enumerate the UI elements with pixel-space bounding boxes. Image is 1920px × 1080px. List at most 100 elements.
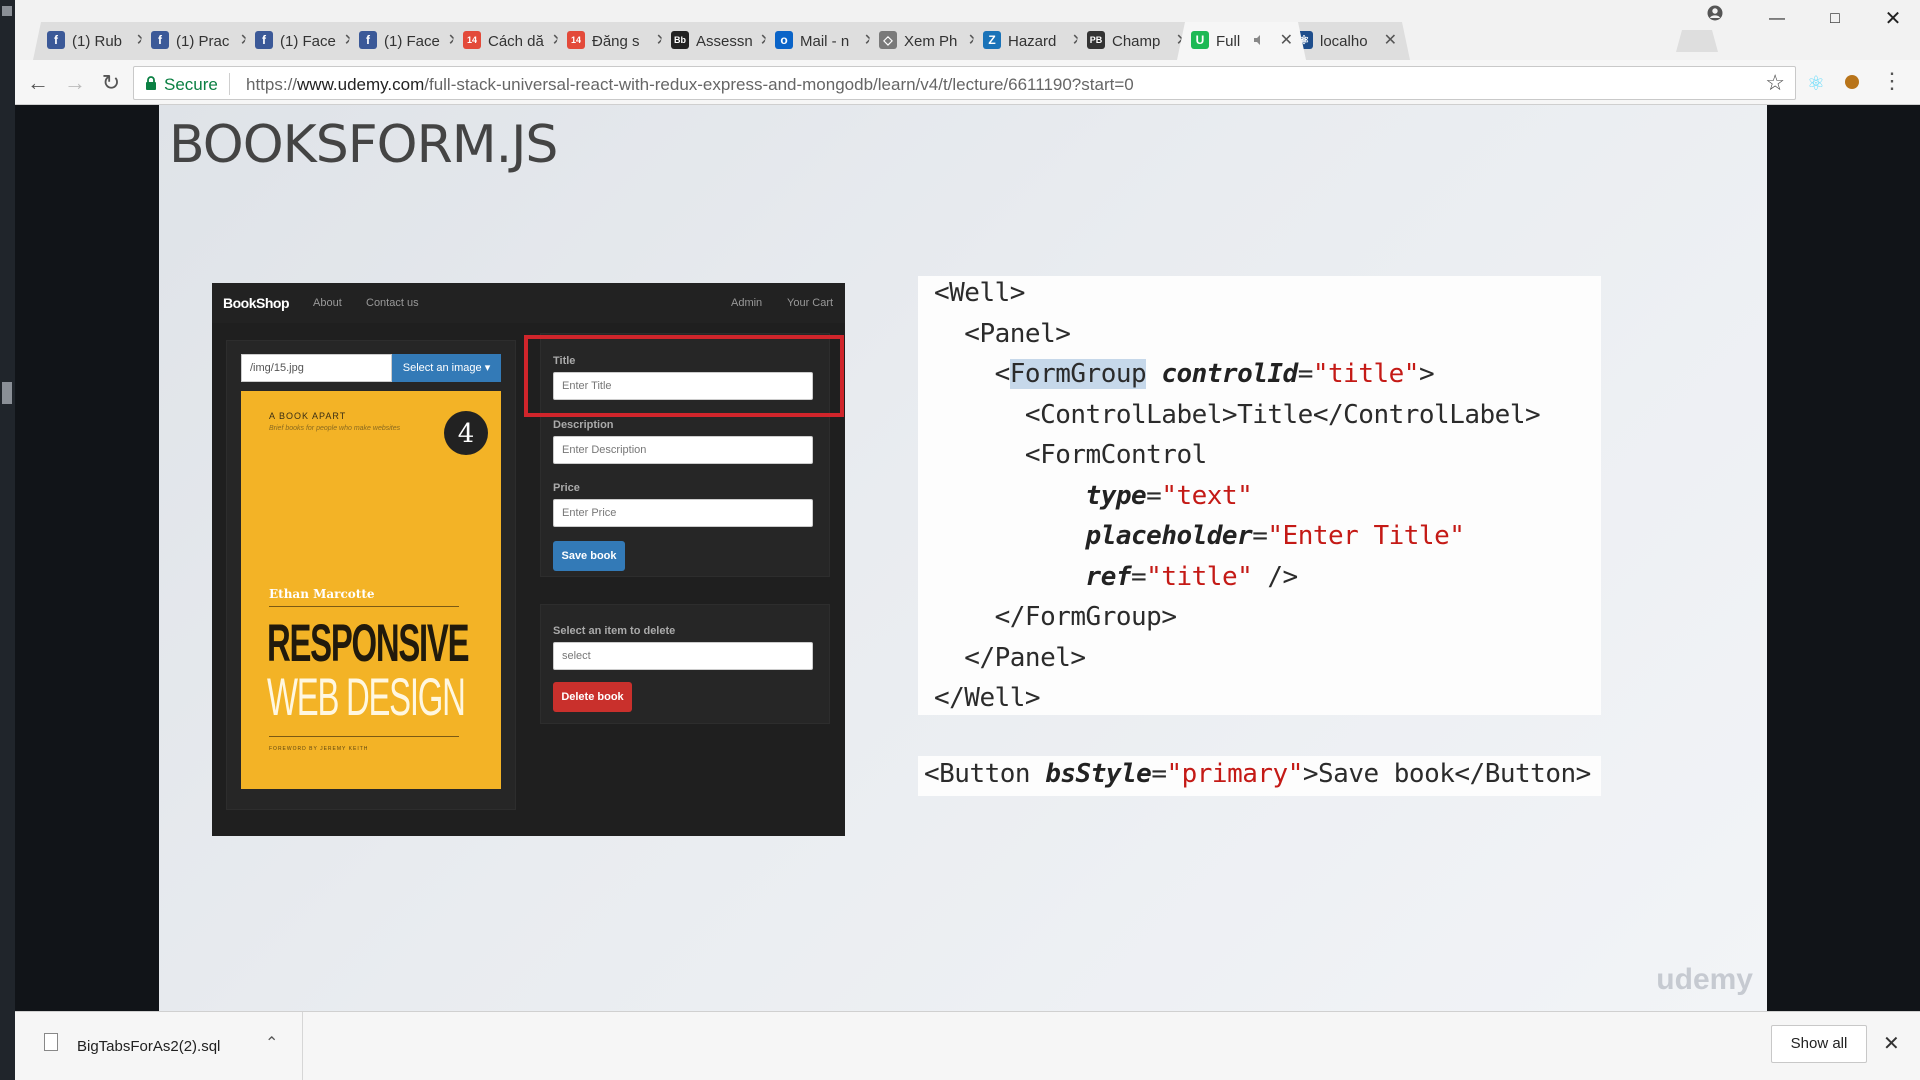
- browser-window: f (1) Rub ✕ f (1) Prac ✕ f (1) Face ✕ f (1) Face ✕ 1…: [15, 0, 1920, 1080]
- speaker-icon[interactable]: [1253, 33, 1265, 45]
- slide-title: BOOKSFORM.JS: [169, 115, 558, 175]
- code-snippet-button: <Button bsStyle="primary">Save book</But…: [918, 756, 1601, 796]
- outlook-icon: o: [775, 31, 793, 49]
- delete-label: Select an item to delete: [553, 625, 676, 637]
- tab-title: Hazard: [1008, 33, 1057, 50]
- udemy-icon: U: [1191, 31, 1209, 49]
- highlight-box: [524, 335, 844, 417]
- code-token: </Panel>: [934, 642, 1086, 673]
- delete-select-value: select: [562, 650, 591, 662]
- close-window-button[interactable]: ✕: [1864, 0, 1920, 38]
- page-viewport: BOOKSFORM.JS BookShop About Contact us A…: [15, 105, 1920, 1011]
- code-line: <Button bsStyle="primary">Save book</But…: [924, 759, 1591, 789]
- code-token: ref: [1085, 561, 1132, 592]
- browser-tab[interactable]: U Full ✕: [1177, 22, 1306, 60]
- code-token: </: [934, 602, 1026, 632]
- code-token: type: [1085, 480, 1147, 511]
- code-line: </Well>: [934, 683, 1041, 713]
- lecture-slide: BOOKSFORM.JS BookShop About Contact us A…: [159, 105, 1767, 1011]
- secure-label: Secure: [164, 75, 218, 94]
- calendar-14-icon: 14: [567, 31, 585, 49]
- tab-title: (1) Face: [280, 33, 336, 50]
- delete-book-button: Delete book: [553, 682, 632, 712]
- code-line: <FormControl: [934, 440, 1207, 470]
- code-token: =: [1131, 561, 1147, 592]
- desktop-icon: [2, 382, 12, 404]
- code-token: =: [1151, 759, 1167, 789]
- tab-title: (1) Face: [384, 33, 440, 50]
- code-line: <Well>: [934, 278, 1025, 308]
- book-series: A BOOK APART: [269, 411, 347, 421]
- divider: [269, 606, 459, 607]
- code-token: />: [1252, 561, 1298, 592]
- divider: [229, 73, 230, 95]
- tab-close-icon[interactable]: ✕: [1280, 30, 1293, 50]
- code-token: >: [1418, 359, 1435, 389]
- code-token: <Well>: [934, 278, 1025, 308]
- nav-admin: Admin: [731, 297, 763, 309]
- code-token: <Panel>: [934, 318, 1071, 349]
- facebook-icon: f: [359, 31, 377, 49]
- book-author: Ethan Marcotte: [269, 587, 375, 601]
- back-button[interactable]: ←: [23, 68, 53, 98]
- udemy-watermark: udemy: [1656, 963, 1753, 996]
- profile-icon[interactable]: [1690, 0, 1740, 32]
- code-line: <ControlLabel>Title</ControlLabel>: [934, 400, 1541, 430]
- browser-toolbar: ← → ↻ Secure https://www.udemy.com/full-…: [15, 60, 1920, 105]
- nav-cart: Your Cart: [787, 297, 834, 309]
- menu-icon[interactable]: ⋮: [1881, 68, 1903, 94]
- app-navbar: BookShop About Contact us Admin Your Car…: [212, 283, 845, 323]
- price-placeholder: Enter Price: [562, 507, 617, 519]
- pb-icon: PB: [1087, 31, 1105, 49]
- code-token: =: [1252, 521, 1268, 551]
- code-token: FormGroup: [1009, 359, 1147, 389]
- calendar-14-icon: 14: [463, 31, 481, 49]
- facebook-icon: f: [151, 31, 169, 49]
- new-tab-button[interactable]: [1676, 30, 1718, 52]
- forward-button[interactable]: →: [60, 68, 90, 98]
- minimize-button[interactable]: —: [1748, 0, 1806, 38]
- app-screenshot: BookShop About Contact us Admin Your Car…: [212, 283, 845, 836]
- extension-icon[interactable]: [1845, 75, 1859, 89]
- code-token: "primary": [1166, 759, 1303, 789]
- tab-title: (1) Rub: [72, 33, 123, 50]
- facebook-icon: f: [255, 31, 273, 49]
- maximize-button[interactable]: □: [1806, 0, 1864, 38]
- nav-contact: Contact us: [366, 297, 419, 309]
- download-file-name: BigTabsForAs2(2).sql: [77, 1038, 221, 1055]
- url-prefix: https://: [246, 75, 298, 94]
- show-all-button[interactable]: Show all: [1771, 1025, 1867, 1063]
- nav-about: About: [313, 297, 342, 309]
- address-bar[interactable]: Secure https://www.udemy.com/full-stack-…: [133, 66, 1796, 100]
- code-line: </FormGroup>: [934, 602, 1177, 632]
- file-icon: [44, 1033, 58, 1051]
- tab-title: Champ: [1112, 33, 1161, 50]
- blackboard-icon: Bb: [671, 31, 689, 49]
- code-token: <FormControl: [934, 440, 1207, 470]
- react-devtools-icon[interactable]: ⚛: [1807, 71, 1825, 96]
- tab-title: Full: [1216, 33, 1241, 50]
- tab-title: Xem Ph: [904, 33, 958, 50]
- code-line: type="text": [934, 480, 1253, 511]
- facebook-icon: f: [47, 31, 65, 49]
- chevron-up-icon[interactable]: ⌃: [265, 1033, 278, 1053]
- code-token: "Enter Title": [1267, 521, 1465, 551]
- close-icon[interactable]: ✕: [1883, 1031, 1900, 1056]
- reload-button[interactable]: ↻: [96, 68, 126, 98]
- bookmark-star-icon[interactable]: ☆: [1765, 70, 1785, 96]
- code-token: controlId: [1161, 359, 1298, 389]
- url-text: https://www.udemy.com/full-stack-univers…: [246, 75, 1134, 95]
- url-path: /full-stack-universal-react-with-redux-e…: [424, 75, 1134, 94]
- tab-close-icon[interactable]: ✕: [1384, 30, 1397, 50]
- diamond-icon: ◇: [879, 31, 897, 49]
- tab-title: Cách dă: [488, 33, 544, 50]
- download-item[interactable]: BigTabsForAs2(2).sql ⌃: [15, 1012, 303, 1080]
- zotero-icon: Z: [983, 31, 1001, 49]
- code-line: <FormGroup controlId="title">: [934, 359, 1435, 389]
- delete-select: select: [553, 642, 813, 670]
- code-token: bsStyle: [1045, 759, 1152, 789]
- tab-title: localho: [1320, 33, 1368, 50]
